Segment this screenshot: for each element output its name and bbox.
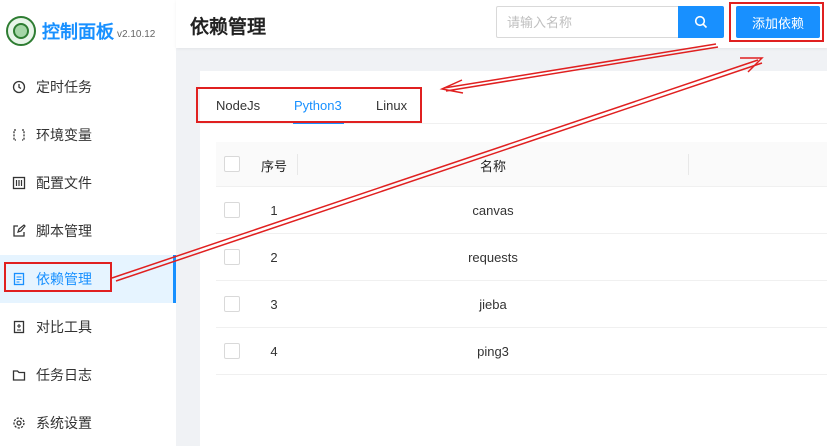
table-row[interactable]: 4 ping3	[216, 328, 827, 375]
app-title: 控制面板	[42, 22, 114, 42]
row-index: 4	[270, 344, 278, 359]
sidebar-item-label: 系统设置	[36, 415, 92, 431]
table-row[interactable]: 3 jieba	[216, 281, 827, 328]
search-button[interactable]	[678, 6, 724, 38]
column-divider	[688, 154, 689, 175]
logo: 控制面板 v2.10.12	[0, 0, 176, 62]
sidebar-item-label: 配置文件	[36, 175, 92, 191]
sidebar-item-scripts[interactable]: 脚本管理	[0, 207, 176, 255]
sidebar-item-logs[interactable]: 任务日志	[0, 351, 176, 399]
annotation-box-tabs	[196, 87, 422, 123]
table-row[interactable]: 1 canvas	[216, 187, 827, 234]
search-icon	[694, 15, 708, 29]
row-index: 1	[270, 203, 278, 218]
row-name: canvas	[472, 203, 514, 218]
annotation-box-add-button	[729, 2, 824, 42]
qinglong-logo-icon	[6, 16, 36, 46]
row-name: jieba	[479, 297, 507, 312]
clock-icon	[12, 80, 26, 94]
sidebar-item-label: 环境变量	[36, 127, 92, 143]
row-checkbox[interactable]	[224, 202, 240, 218]
folder-icon	[12, 368, 26, 382]
sidebar-item-diff[interactable]: 对比工具	[0, 303, 176, 351]
edit-icon	[12, 224, 26, 238]
row-index: 2	[270, 250, 278, 265]
sidebar-item-env[interactable]: 环境变量	[0, 111, 176, 159]
app-version: v2.10.12	[117, 28, 156, 40]
sidebar-item-config[interactable]: 配置文件	[0, 159, 176, 207]
sliders-icon	[12, 176, 26, 190]
diff-icon	[12, 320, 26, 334]
row-index: 3	[270, 297, 278, 312]
gear-icon	[12, 416, 26, 430]
sidebar-menu: 定时任务 环境变量 配置文件 脚本管理 依赖管理 对比工具 任务日志 系统设置	[0, 63, 176, 446]
table-row[interactable]: 2 requests	[216, 234, 827, 281]
page-title: 依赖管理	[190, 17, 267, 38]
select-all-checkbox[interactable]	[224, 156, 240, 172]
row-name: requests	[468, 250, 518, 265]
row-checkbox[interactable]	[224, 343, 240, 359]
sidebar-item-settings[interactable]: 系统设置	[0, 399, 176, 446]
column-header-index: 序号	[260, 159, 287, 174]
annotation-box-sidebar	[4, 262, 112, 292]
variable-icon	[12, 128, 26, 142]
row-checkbox[interactable]	[224, 249, 240, 265]
sidebar-item-label: 脚本管理	[36, 223, 92, 239]
sidebar: 控制面板 v2.10.12 定时任务 环境变量 配置文件 脚本管理 依赖管理 对…	[0, 0, 176, 446]
row-name: ping3	[477, 344, 509, 359]
table-header: 序号 名称	[216, 142, 827, 187]
row-checkbox[interactable]	[224, 296, 240, 312]
dependency-card: NodeJs Python3 Linux 序号 名称 1 canvas 2 re…	[200, 71, 827, 446]
sidebar-item-label: 任务日志	[36, 367, 92, 383]
dependency-table: 序号 名称 1 canvas 2 requests 3 jieba 4 ping…	[216, 142, 827, 375]
sidebar-item-label: 定时任务	[36, 79, 92, 95]
search-input[interactable]	[496, 6, 678, 38]
sidebar-item-cron[interactable]: 定时任务	[0, 63, 176, 111]
sidebar-item-label: 对比工具	[36, 319, 92, 335]
column-header-name: 名称	[479, 159, 506, 174]
